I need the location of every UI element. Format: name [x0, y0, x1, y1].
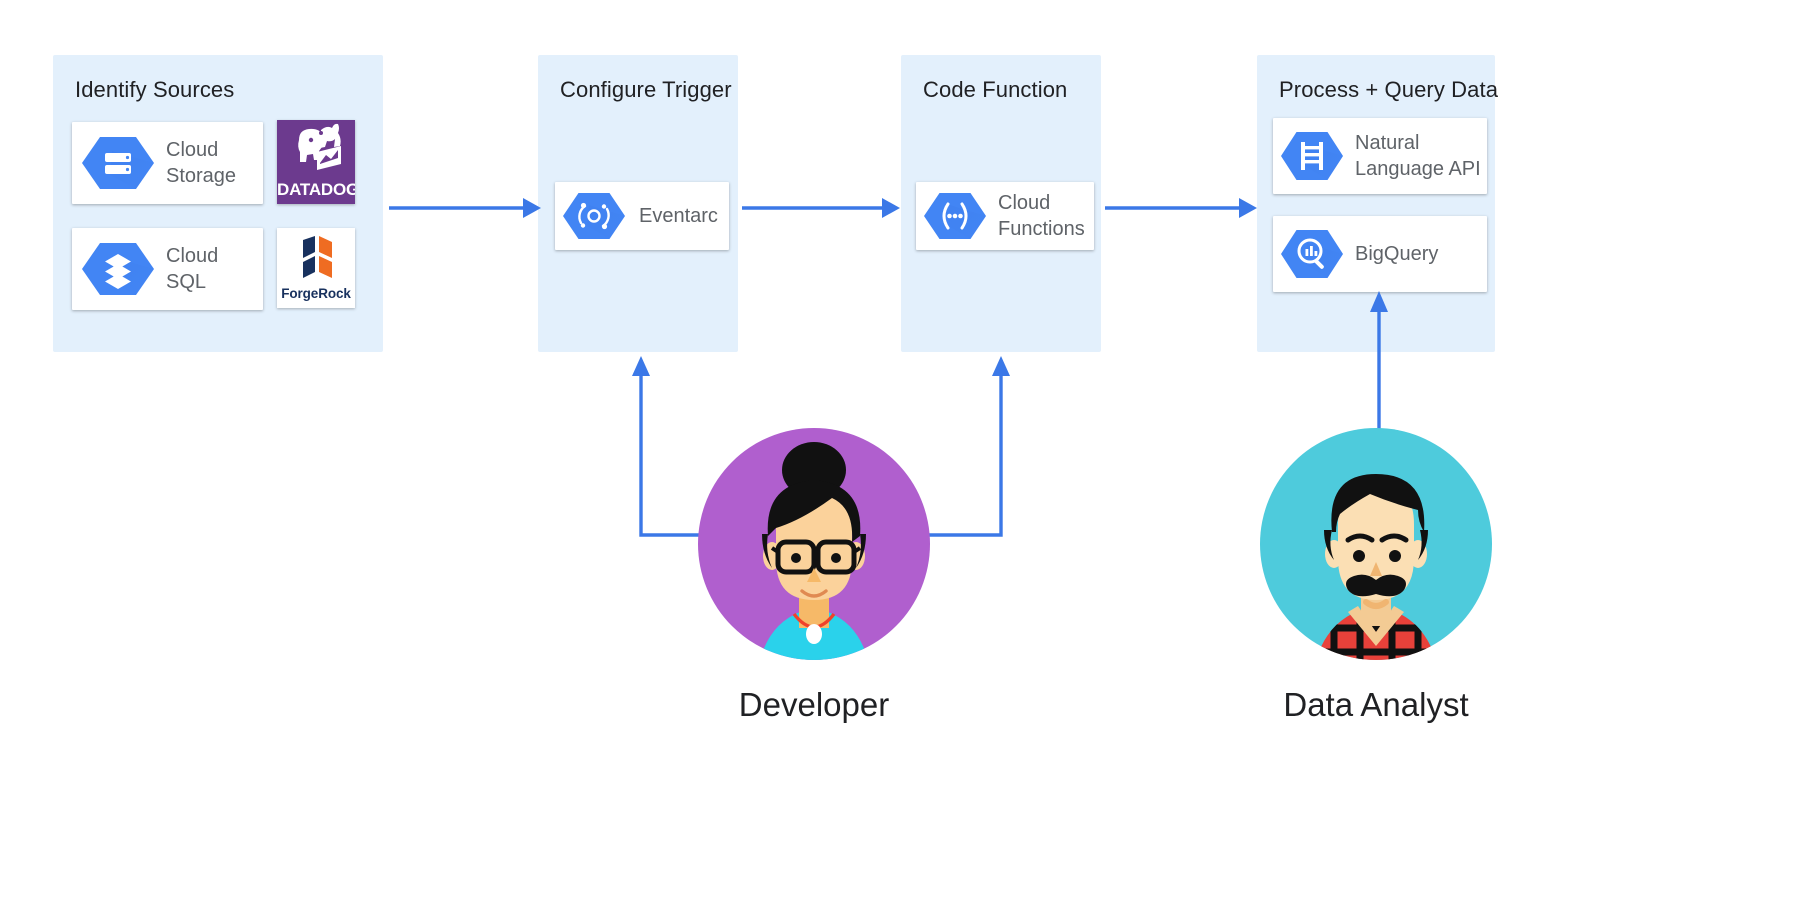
cloud-sql-icon — [82, 237, 154, 301]
card-label-bigquery: BigQuery — [1355, 243, 1439, 265]
stage-title-code-function: Code Function — [923, 77, 1068, 102]
card-label-natural-language-api: Natural Language API — [1355, 132, 1481, 180]
stage-title-configure-trigger: Configure Trigger — [560, 77, 732, 102]
eventarc-icon — [563, 188, 625, 244]
persona-developer: Developer — [698, 428, 930, 728]
flow-arrow-function-to-process — [1105, 198, 1257, 218]
stage-title-identify-sources: Identify Sources — [75, 77, 235, 102]
developer-illustration — [760, 442, 868, 660]
persona-data-analyst: Data Analyst — [1260, 428, 1492, 728]
avatar-developer — [698, 428, 930, 660]
card-cloud-functions[interactable]: Cloud Functions — [916, 182, 1094, 250]
card-eventarc[interactable]: Eventarc — [555, 182, 729, 250]
datadog-dog-icon — [298, 123, 341, 170]
natural-language-api-icon — [1281, 127, 1343, 185]
flow-arrow-trigger-to-function — [742, 198, 900, 218]
stage-title-process-query-data: Process + Query Data — [1279, 77, 1499, 102]
logo-tile-forgerock[interactable]: ForgeRock — [277, 228, 355, 308]
data-analyst-illustration — [1316, 474, 1436, 660]
card-cloud-storage[interactable]: Cloud Storage — [72, 122, 263, 204]
cloud-storage-icon — [82, 131, 154, 195]
card-label-cloud-sql: Cloud SQL — [166, 245, 219, 293]
datadog-wordmark: DATADOG — [277, 180, 355, 199]
cloud-functions-icon — [924, 188, 986, 244]
persona-caption-data-analyst: Data Analyst — [1283, 686, 1469, 723]
flow-arrow-sources-to-trigger — [389, 198, 541, 218]
forgerock-mark-icon — [303, 234, 332, 278]
card-cloud-sql[interactable]: Cloud SQL — [72, 228, 263, 310]
logo-tile-datadog[interactable]: DATADOG — [277, 120, 355, 204]
persona-caption-developer: Developer — [738, 686, 890, 723]
card-label-cloud-storage: Cloud Storage — [166, 139, 237, 187]
architecture-diagram: Identify Sources Cloud Storage Cloud SQL… — [0, 0, 1800, 917]
card-label-cloud-functions: Cloud Functions — [998, 192, 1085, 240]
card-bigquery[interactable]: BigQuery — [1273, 216, 1487, 292]
card-natural-language-api[interactable]: Natural Language API — [1273, 118, 1487, 194]
forgerock-wordmark: ForgeRock — [281, 286, 351, 301]
card-label-eventarc: Eventarc — [639, 205, 718, 227]
bigquery-icon — [1281, 225, 1343, 283]
avatar-data-analyst — [1260, 428, 1492, 660]
